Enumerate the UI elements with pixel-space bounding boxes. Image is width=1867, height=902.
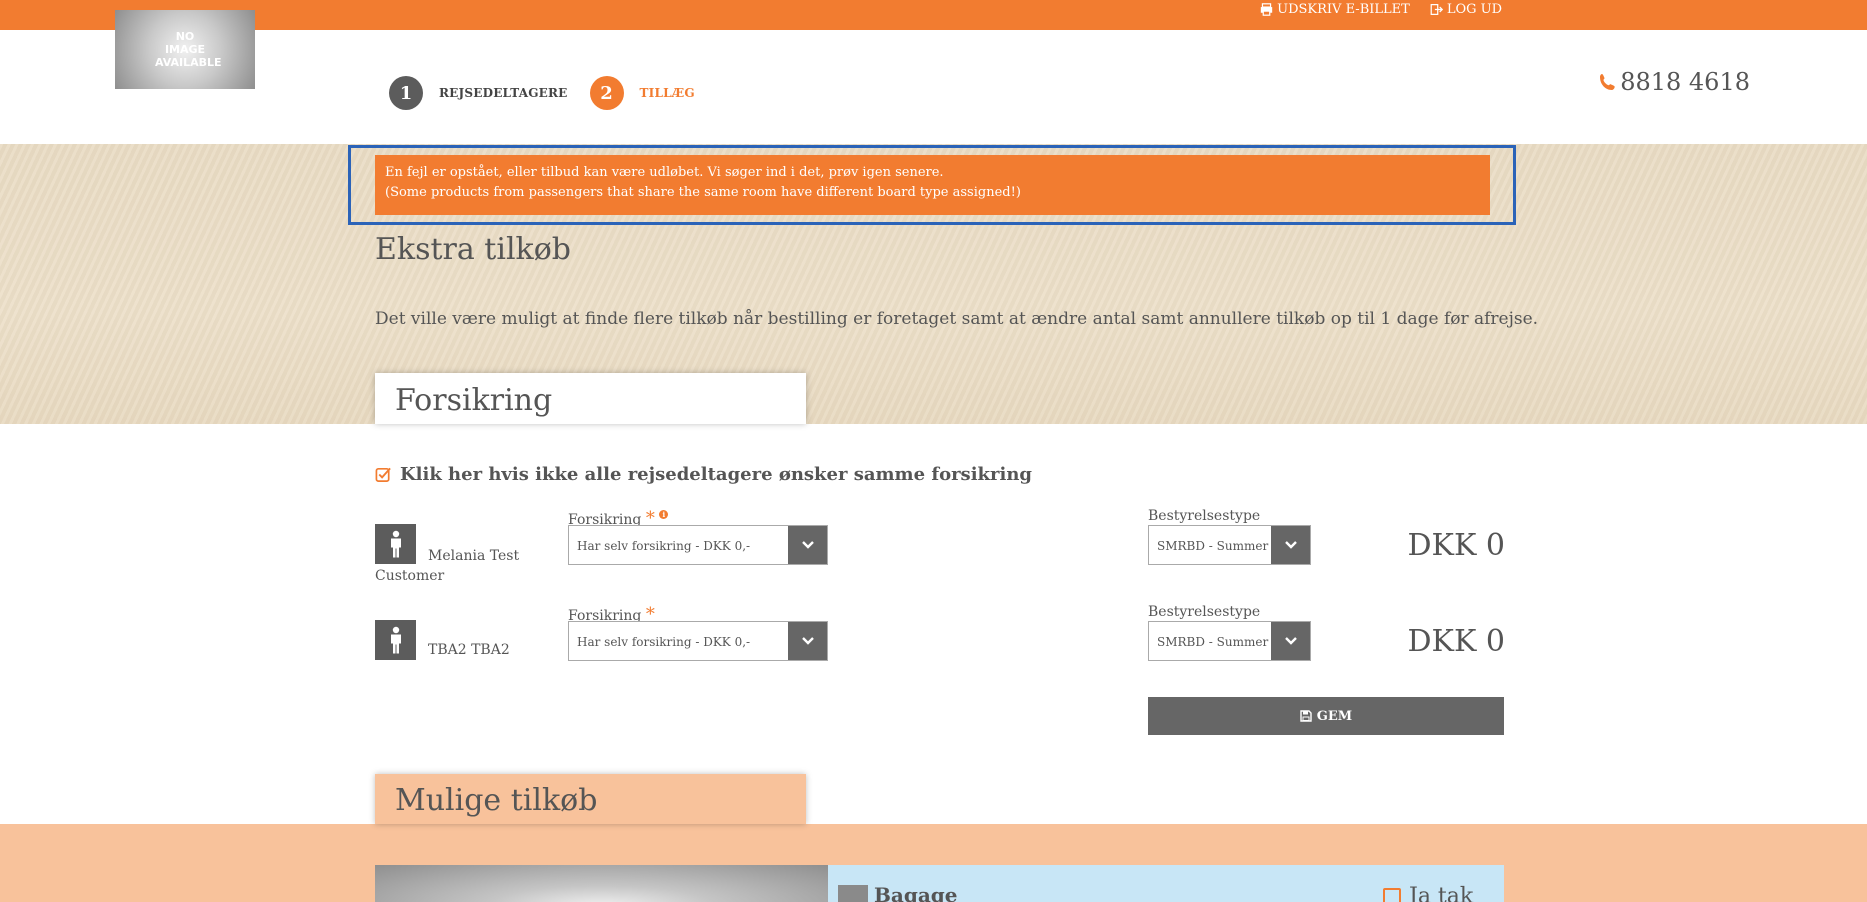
passenger-price: DKK 0 bbox=[1407, 528, 1506, 563]
insurance-select[interactable]: Har selv forsikring - DKK 0,- bbox=[568, 525, 828, 565]
person-icon bbox=[375, 620, 416, 660]
logo-text: NO IMAGE AVAILABLE bbox=[155, 30, 222, 69]
info-icon[interactable]: i bbox=[659, 510, 669, 519]
addon-accept-label: Ja tak bbox=[1409, 884, 1474, 902]
print-ticket-link[interactable]: UDSKRIV E-BILLET bbox=[1260, 2, 1410, 17]
board-select[interactable]: SMRBD - Summer board bbox=[1148, 621, 1311, 661]
insurance-select-value: Har selv forsikring - DKK 0,- bbox=[577, 539, 751, 553]
board-select[interactable]: SMRBD - Summer board bbox=[1148, 525, 1311, 565]
page-title: Ekstra tilkøb bbox=[375, 232, 571, 267]
board-select-value: SMRBD - Summer board bbox=[1157, 635, 1271, 649]
intro-text: Det ville være muligt at finde flere til… bbox=[375, 309, 1539, 329]
addon-card: Bagage Ja tak bbox=[828, 865, 1504, 902]
board-field-label: Bestyrelsestype bbox=[1148, 508, 1261, 524]
logout-link[interactable]: LOG UD bbox=[1430, 2, 1502, 17]
booking-steps: 1 REJSEDELTAGERE 2 TILLÆG bbox=[389, 76, 717, 110]
step-number: 1 bbox=[389, 76, 423, 110]
addon-image-placeholder bbox=[375, 865, 828, 902]
error-line-2: (Some products from passengers that shar… bbox=[385, 185, 1021, 200]
error-highlight-frame: En fejl er opstået, eller tilbud kan vær… bbox=[348, 145, 1516, 225]
save-button[interactable]: GEM bbox=[1148, 697, 1504, 735]
phone-icon bbox=[1600, 74, 1615, 90]
checkbox-label: Klik her hvis ikke alle rejsedeltagere ø… bbox=[400, 464, 1032, 485]
sign-out-icon bbox=[1430, 4, 1443, 15]
addon-title: Bagage bbox=[838, 883, 958, 902]
checked-checkbox-icon bbox=[375, 467, 391, 482]
save-label: GEM bbox=[1316, 708, 1353, 724]
insurance-select-value: Har selv forsikring - DKK 0,- bbox=[577, 635, 751, 649]
insurance-select[interactable]: Har selv forsikring - DKK 0,- bbox=[568, 621, 828, 661]
print-ticket-label: UDSKRIV E-BILLET bbox=[1277, 2, 1410, 17]
different-insurance-toggle[interactable]: Klik her hvis ikke alle rejsedeltagere ø… bbox=[375, 464, 1032, 485]
step-number: 2 bbox=[589, 76, 624, 110]
passenger-row: TBA2 TBA2 Forsikring * Har selv forsikri… bbox=[375, 604, 1505, 674]
floppy-disk-icon bbox=[1300, 710, 1312, 722]
passenger-name: Melania Test Customer bbox=[375, 548, 520, 584]
passenger-price: DKK 0 bbox=[1407, 624, 1506, 659]
passenger-name: TBA2 TBA2 bbox=[428, 642, 510, 658]
printer-icon bbox=[1260, 3, 1273, 16]
step-label: REJSEDELTAGERE bbox=[439, 86, 568, 100]
passenger-row: Melania Test Customer Forsikring * i Har… bbox=[375, 508, 1506, 584]
chevron-down-icon[interactable] bbox=[788, 622, 827, 660]
luggage-icon bbox=[838, 885, 868, 902]
addons-tab: Mulige tilkøb bbox=[375, 774, 806, 824]
chevron-down-icon[interactable] bbox=[1271, 622, 1310, 660]
top-links: UDSKRIV E-BILLET LOG UD bbox=[1260, 2, 1502, 17]
phone-number[interactable]: 8818 4618 bbox=[1598, 68, 1750, 96]
chevron-down-icon[interactable] bbox=[1271, 526, 1310, 564]
board-field-label: Bestyrelsestype bbox=[1148, 604, 1261, 620]
top-bar: UDSKRIV E-BILLET LOG UD bbox=[0, 0, 1867, 30]
addon-title-text: Bagage bbox=[874, 883, 958, 902]
chevron-down-icon[interactable] bbox=[788, 526, 827, 564]
logo-placeholder[interactable]: NO IMAGE AVAILABLE bbox=[115, 10, 255, 89]
addon-accept-checkbox[interactable]: Ja tak bbox=[1383, 884, 1473, 902]
logout-label: LOG UD bbox=[1446, 2, 1502, 17]
step-label: TILLÆG bbox=[639, 86, 695, 100]
error-line-1: En fejl er opstået, eller tilbud kan vær… bbox=[385, 165, 944, 180]
checkbox-icon bbox=[1383, 887, 1401, 902]
step-travelers[interactable]: 1 REJSEDELTAGERE bbox=[389, 76, 568, 110]
error-message: En fejl er opstået, eller tilbud kan vær… bbox=[375, 155, 1490, 215]
phone-number-text: 8818 4618 bbox=[1620, 68, 1750, 96]
step-addons[interactable]: 2 TILLÆG bbox=[589, 76, 695, 110]
board-select-value: SMRBD - Summer board bbox=[1157, 539, 1271, 553]
insurance-tab: Forsikring bbox=[375, 373, 806, 424]
